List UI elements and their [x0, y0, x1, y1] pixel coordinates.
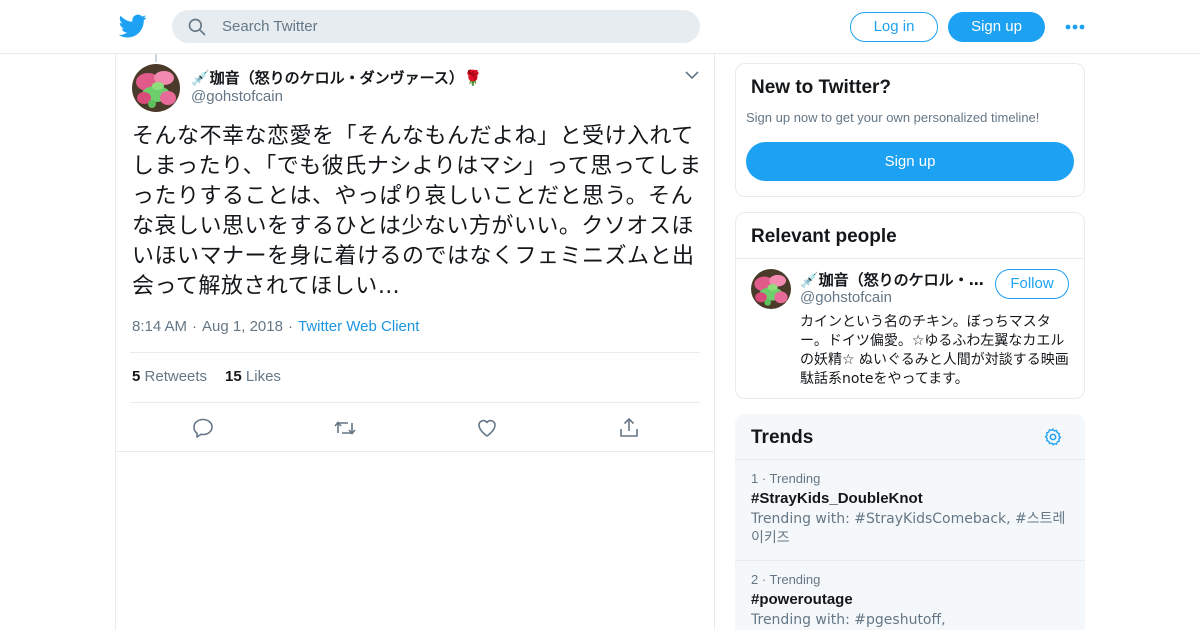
relevant-person-handle[interactable]: @gohstofcain: [800, 289, 892, 306]
tweet-author-handle[interactable]: @gohstofcain: [191, 88, 283, 105]
sign-up-button[interactable]: Sign up: [948, 12, 1045, 42]
divider: [116, 451, 714, 452]
relevant-person-bio: カインという名のチキン。ぼっちマスター。ドイツ偏愛。☆ゆるふわ左翼なカエルの妖精…: [800, 314, 1069, 387]
twitter-bird-icon[interactable]: [119, 12, 147, 40]
avatar[interactable]: [132, 64, 180, 112]
card-title: Relevant people: [751, 226, 897, 247]
divider: [735, 560, 1085, 561]
tweet-actions: [116, 416, 716, 440]
divider: [130, 402, 700, 403]
trend-rank: 1 · Trending: [751, 471, 821, 486]
card-subtitle: Sign up now to get your own personalized…: [746, 110, 1040, 125]
trend-context: Trending with: #StrayKidsComeback, #스트레이…: [751, 511, 1066, 546]
share-icon[interactable]: [617, 416, 641, 440]
trend-rank: 2 · Trending: [751, 572, 821, 587]
relevant-person-name[interactable]: 💉珈音（怒りのケロル・ダンヴァース）🌹: [800, 269, 990, 290]
tweet-date[interactable]: Aug 1, 2018: [202, 318, 283, 335]
tweet-stats: 5 Retweets 15 Likes: [132, 368, 281, 385]
sidebar-sign-up-button[interactable]: Sign up: [746, 142, 1074, 181]
divider: [130, 352, 700, 353]
search-input[interactable]: [222, 10, 682, 43]
heart-icon[interactable]: [475, 416, 499, 440]
meta-separator: ·: [192, 318, 198, 335]
trend-name[interactable]: #StrayKids_DoubleKnot: [751, 488, 1076, 510]
gear-icon[interactable]: [1043, 427, 1063, 447]
divider: [736, 258, 1084, 259]
retweets-label: Retweets: [144, 368, 208, 385]
tweet-meta: 8:14 AM · Aug 1, 2018 · Twitter Web Client: [132, 318, 419, 335]
avatar-image: [751, 269, 791, 309]
follow-button[interactable]: Follow: [995, 269, 1069, 299]
trends-card: Trends 1 · Trending #StrayKids_DoubleKno…: [735, 414, 1085, 630]
thread-connector-line: [155, 54, 157, 62]
tweet-text: そんな不幸な恋愛を「そんなもんだよね」と受け入れてしまったり、「でも彼氏ナシより…: [132, 124, 702, 299]
tweet-time[interactable]: 8:14 AM: [132, 318, 187, 335]
relevant-people-card: Relevant people 💉珈音（怒りのケロル・ダンヴァース）🌹 @goh…: [735, 212, 1085, 399]
likes-stat[interactable]: 15 Likes: [225, 368, 281, 385]
trend-context: Trending with: #pgeshutoff,: [751, 612, 946, 628]
retweets-count: 5: [132, 368, 141, 385]
trend-item[interactable]: 2 · Trending #poweroutage Trending with:…: [751, 571, 1076, 630]
card-title: Trends: [751, 427, 814, 448]
meta-separator: ·: [287, 318, 293, 335]
tweet-client-link[interactable]: Twitter Web Client: [298, 318, 419, 335]
tweet-permalink: 💉珈音（怒りのケロル・ダンヴァース）🌹 @gohstofcain そんな不幸な恋…: [115, 54, 715, 630]
search-icon: [188, 18, 206, 36]
avatar-image: [132, 64, 180, 112]
retweet-icon[interactable]: [333, 416, 357, 440]
retweets-stat[interactable]: 5 Retweets: [132, 368, 207, 385]
likes-label: Likes: [245, 368, 281, 385]
log-in-button[interactable]: Log in: [850, 12, 938, 42]
tweet-author-name[interactable]: 💉珈音（怒りのケロル・ダンヴァース）🌹: [191, 67, 483, 88]
likes-count: 15: [225, 368, 242, 385]
new-to-twitter-card: New to Twitter? Sign up now to get your …: [735, 63, 1085, 197]
avatar[interactable]: [751, 269, 791, 309]
trend-name[interactable]: #poweroutage: [751, 589, 1076, 611]
trend-item[interactable]: 1 · Trending #StrayKids_DoubleKnot Trend…: [751, 470, 1076, 548]
divider: [735, 459, 1085, 460]
card-title: New to Twitter?: [751, 77, 892, 98]
reply-icon[interactable]: [191, 416, 215, 440]
top-navigation-bar: Log in Sign up: [0, 0, 1200, 54]
search-box[interactable]: [172, 10, 700, 43]
chevron-down-icon[interactable]: [684, 68, 700, 82]
more-dots-icon[interactable]: [1064, 20, 1086, 34]
